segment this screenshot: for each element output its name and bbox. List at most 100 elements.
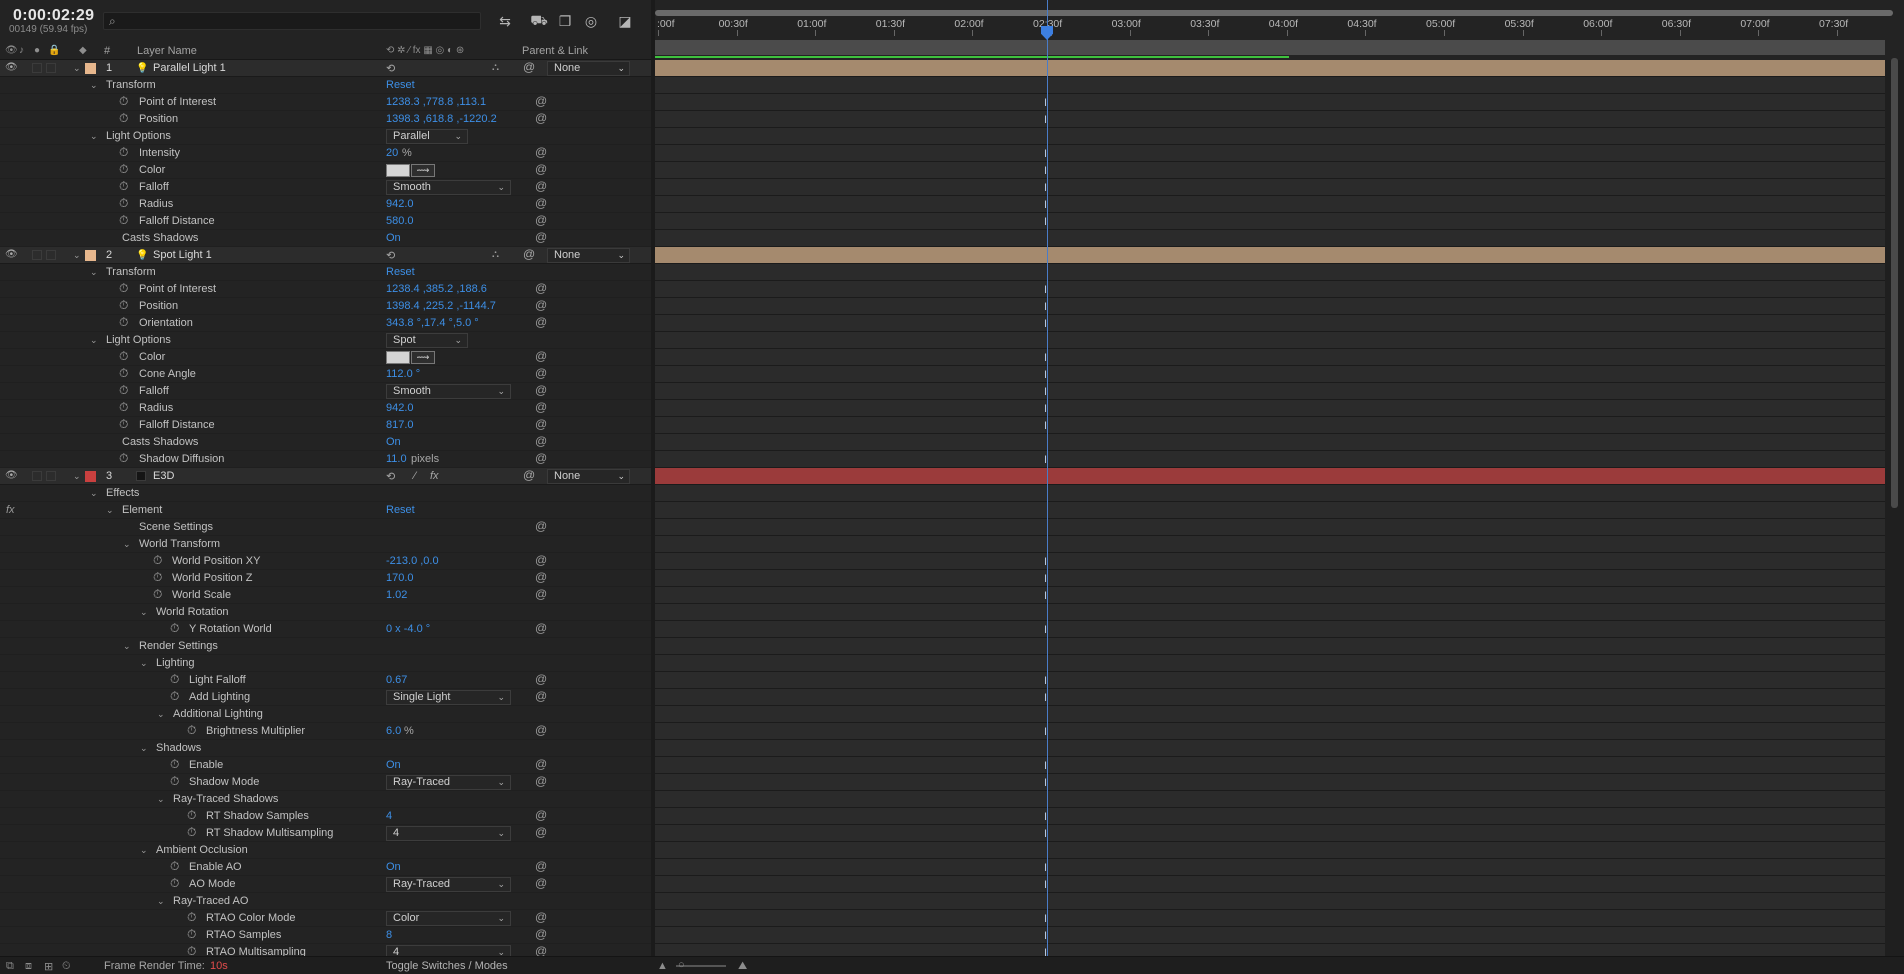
stopwatch-icon[interactable]: ⏱ [187,808,196,823]
motion-blur-icon[interactable]: ◎ [580,11,602,31]
keyframe-marker[interactable]: I [1044,947,1051,959]
stopwatch-icon[interactable]: ⏱ [170,621,179,636]
stopwatch-icon[interactable]: ⏱ [119,145,128,160]
current-timecode[interactable]: 0:00:02:29 [13,7,94,25]
keyframe-marker[interactable]: I [1044,760,1051,772]
eye-icon[interactable]: 👁 [5,470,18,481]
work-area-bar[interactable] [655,40,1885,55]
chevron-down-icon[interactable]: ⌄ [73,63,81,74]
spiral-icon[interactable]: @ [535,825,547,839]
chevron-down-icon[interactable]: ⌄ [106,505,114,516]
label-color-swatch[interactable] [85,471,96,482]
rt-shadow-multisampling-dropdown[interactable]: 4 ⌄ [386,826,511,841]
parent-dropdown[interactable]: None ⌄ [547,469,630,484]
keyframe-marker[interactable]: I [1044,165,1051,177]
draft-3d-icon[interactable]: ⛟ [528,11,550,31]
stopwatch-icon[interactable]: ⏱ [170,774,179,789]
spiral-icon[interactable]: @ [535,689,547,703]
graph-editor-icon[interactable]: ◪ [614,11,636,31]
keyframe-marker[interactable]: I [1044,454,1051,466]
keyframe-marker[interactable]: I [1044,726,1051,738]
reset-link[interactable]: Reset [386,79,415,91]
lock-header-icon[interactable]: 🔒 [48,45,60,56]
keyframe-marker[interactable]: I [1044,284,1051,296]
prop-value[interactable]: 1238.4 ,385.2 ,188.6 [386,283,487,295]
stopwatch-icon[interactable]: ⏱ [170,757,179,772]
frame-blending-icon[interactable]: ❐ [554,11,576,31]
time-navigator-bar[interactable] [655,10,1893,16]
spiral-icon[interactable]: @ [535,434,547,448]
keyframe-marker[interactable]: I [1044,556,1051,568]
zoom-slider-knob[interactable]: ○ [678,959,685,971]
keyframe-marker[interactable]: I [1044,97,1051,109]
spiral-icon[interactable]: @ [535,298,547,312]
layer-name[interactable]: Spot Light 1 [153,249,212,261]
lock-switch[interactable] [46,250,56,260]
label-color-swatch[interactable] [85,63,96,74]
add-lighting-dropdown[interactable]: Single Light ⌄ [386,690,511,705]
spiral-icon[interactable]: @ [535,944,547,956]
stopwatch-icon[interactable]: ⏱ [119,179,128,194]
pickwhip-icon[interactable]: @ [523,247,535,261]
solo-header-icon[interactable]: ● [34,45,40,56]
scrollbar-thumb[interactable] [1891,58,1898,508]
fx-icon[interactable]: fx [6,504,15,516]
keyframe-marker[interactable]: I [1044,675,1051,687]
keyframe-marker[interactable]: I [1044,199,1051,211]
time-ruler[interactable]: :00f00:30f01:00f01:30f02:00f02:30f03:00f… [655,0,1904,40]
prop-value[interactable]: 11.0 [386,453,407,465]
spiral-icon[interactable]: @ [535,519,547,533]
eyedropper-icon[interactable]: ⟿ [411,164,435,177]
stopwatch-icon[interactable]: ⏱ [187,723,196,738]
spiral-icon[interactable]: @ [535,570,547,584]
eye-icon[interactable]: 👁 [5,249,18,260]
solo-switch[interactable] [32,63,42,73]
spiral-icon[interactable]: @ [535,587,547,601]
spiral-icon[interactable]: @ [535,400,547,414]
keyframe-marker[interactable]: I [1044,301,1051,313]
stopwatch-icon[interactable]: ⏱ [119,366,128,381]
chevron-down-icon[interactable]: ⌄ [123,539,131,550]
spiral-icon[interactable]: @ [535,417,547,431]
spiral-icon[interactable]: @ [535,910,547,924]
solo-switch[interactable] [32,250,42,260]
pickwhip-icon[interactable]: @ [523,468,535,482]
prop-value[interactable]: 170.0 [386,572,414,584]
stopwatch-icon[interactable]: ⏱ [119,298,128,313]
spiral-icon[interactable]: @ [535,162,547,176]
stopwatch-icon[interactable]: ⏱ [119,315,128,330]
rtao-multisampling-dropdown[interactable]: 4 ⌄ [386,945,511,956]
light-type-dropdown[interactable]: Parallel ⌄ [386,129,468,144]
stopwatch-icon[interactable]: ⏱ [119,162,128,177]
zoom-in-icon[interactable]: ⛰ [738,960,747,973]
spiral-icon[interactable]: @ [535,179,547,193]
keyframe-marker[interactable]: I [1044,114,1051,126]
chevron-down-icon[interactable]: ⌄ [90,131,98,142]
prop-value[interactable]: 1.02 [386,589,407,601]
search-input[interactable]: ⌕ [103,12,481,30]
prop-value[interactable]: 1398.3 ,618.8 ,-1220.2 [386,113,497,125]
stopwatch-icon[interactable]: ⏱ [187,910,196,925]
chevron-down-icon[interactable]: ⌄ [140,743,148,754]
parent-dropdown[interactable]: None ⌄ [547,61,630,76]
keyframe-marker[interactable]: I [1044,811,1051,823]
ao-mode-dropdown[interactable]: Ray-Traced ⌄ [386,877,511,892]
prop-value[interactable]: 942.0 [386,198,414,210]
spiral-icon[interactable]: @ [535,94,547,108]
reset-link[interactable]: Reset [386,504,415,516]
prop-value[interactable]: On [386,436,401,448]
stopwatch-icon[interactable]: ⏱ [119,349,128,364]
stopwatch-icon[interactable]: ⏱ [170,672,179,687]
keyframe-marker[interactable]: I [1044,777,1051,789]
fx-switch-icon[interactable]: fx [430,470,439,482]
parent-link-column-header[interactable]: Parent & Link [522,45,588,57]
keyframe-marker[interactable]: I [1044,862,1051,874]
stopwatch-icon[interactable]: ⏱ [119,417,128,432]
stopwatch-icon[interactable]: ⏱ [119,213,128,228]
keyframe-marker[interactable]: I [1044,624,1051,636]
label-color-swatch[interactable] [85,250,96,261]
prop-value[interactable]: 112.0 ° [386,368,420,380]
prop-value[interactable]: On [386,861,401,873]
chevron-down-icon[interactable]: ⌄ [90,80,98,91]
prop-value[interactable]: 0 x -4.0 ° [386,623,430,635]
